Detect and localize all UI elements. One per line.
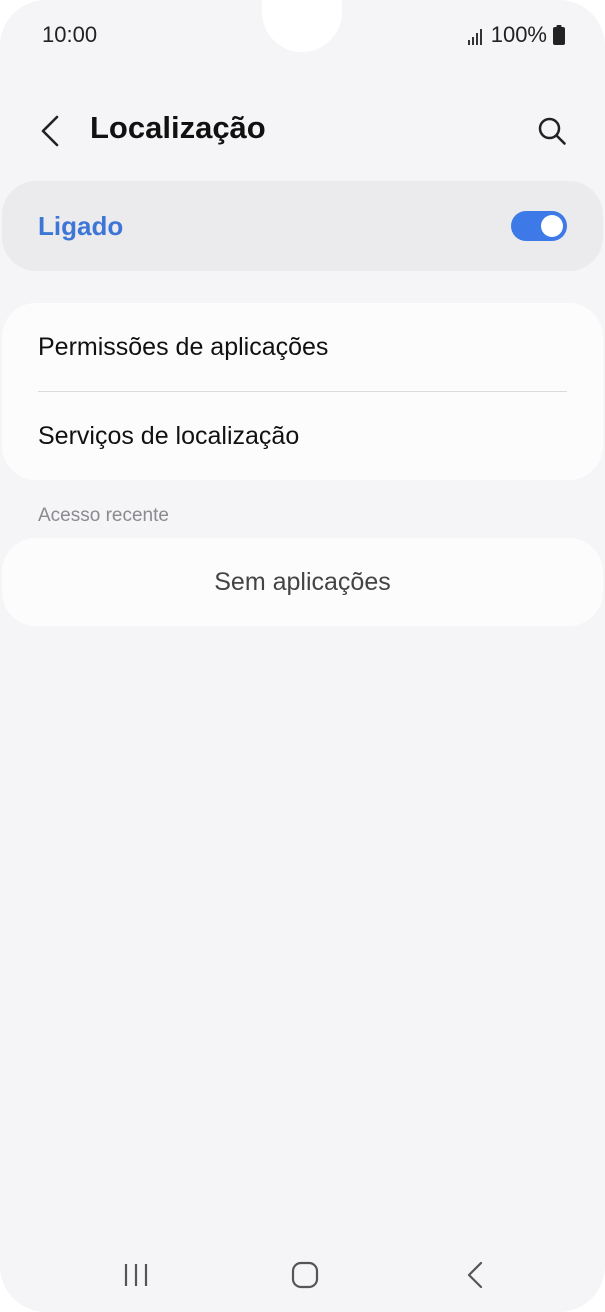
search-button[interactable] — [529, 108, 575, 154]
nav-back-button[interactable] — [445, 1250, 505, 1300]
nav-home-button[interactable] — [275, 1250, 335, 1300]
status-time: 10:00 — [42, 22, 98, 47]
chevron-left-icon — [41, 115, 59, 147]
switch-knob — [541, 215, 563, 237]
status-indicators: 100% — [467, 22, 565, 48]
section-header-recent-access: Acesso recente — [38, 505, 169, 526]
back-icon — [467, 1261, 483, 1289]
nav-recents-button[interactable] — [106, 1250, 166, 1300]
search-icon — [538, 117, 566, 145]
page-title: Localização — [90, 110, 266, 145]
list-item-label: Serviços de localização — [38, 422, 300, 450]
camera-notch — [262, 0, 342, 52]
list-item-location-services[interactable]: Serviços de localização — [2, 392, 603, 480]
home-icon — [291, 1261, 319, 1289]
settings-list: Permissões de aplicações Serviços de loc… — [2, 303, 603, 480]
phone-screen: 10:00 100% Localização Ligado Permissões… — [0, 0, 605, 1312]
signal-icon — [467, 26, 485, 45]
empty-state-text: Sem aplicações — [214, 568, 391, 596]
navigation-bar — [0, 1250, 605, 1302]
location-master-toggle[interactable]: Ligado — [2, 181, 603, 271]
location-switch[interactable] — [511, 211, 567, 241]
recent-access-list: Sem aplicações — [2, 538, 603, 626]
app-bar: Localização — [0, 100, 605, 162]
battery-icon — [553, 25, 565, 45]
recents-icon — [124, 1264, 148, 1286]
back-button[interactable] — [30, 108, 70, 154]
toggle-label: Ligado — [38, 211, 124, 241]
list-item-app-permissions[interactable]: Permissões de aplicações — [2, 303, 603, 391]
battery-percent: 100% — [490, 22, 547, 47]
list-item-label: Permissões de aplicações — [38, 333, 329, 361]
